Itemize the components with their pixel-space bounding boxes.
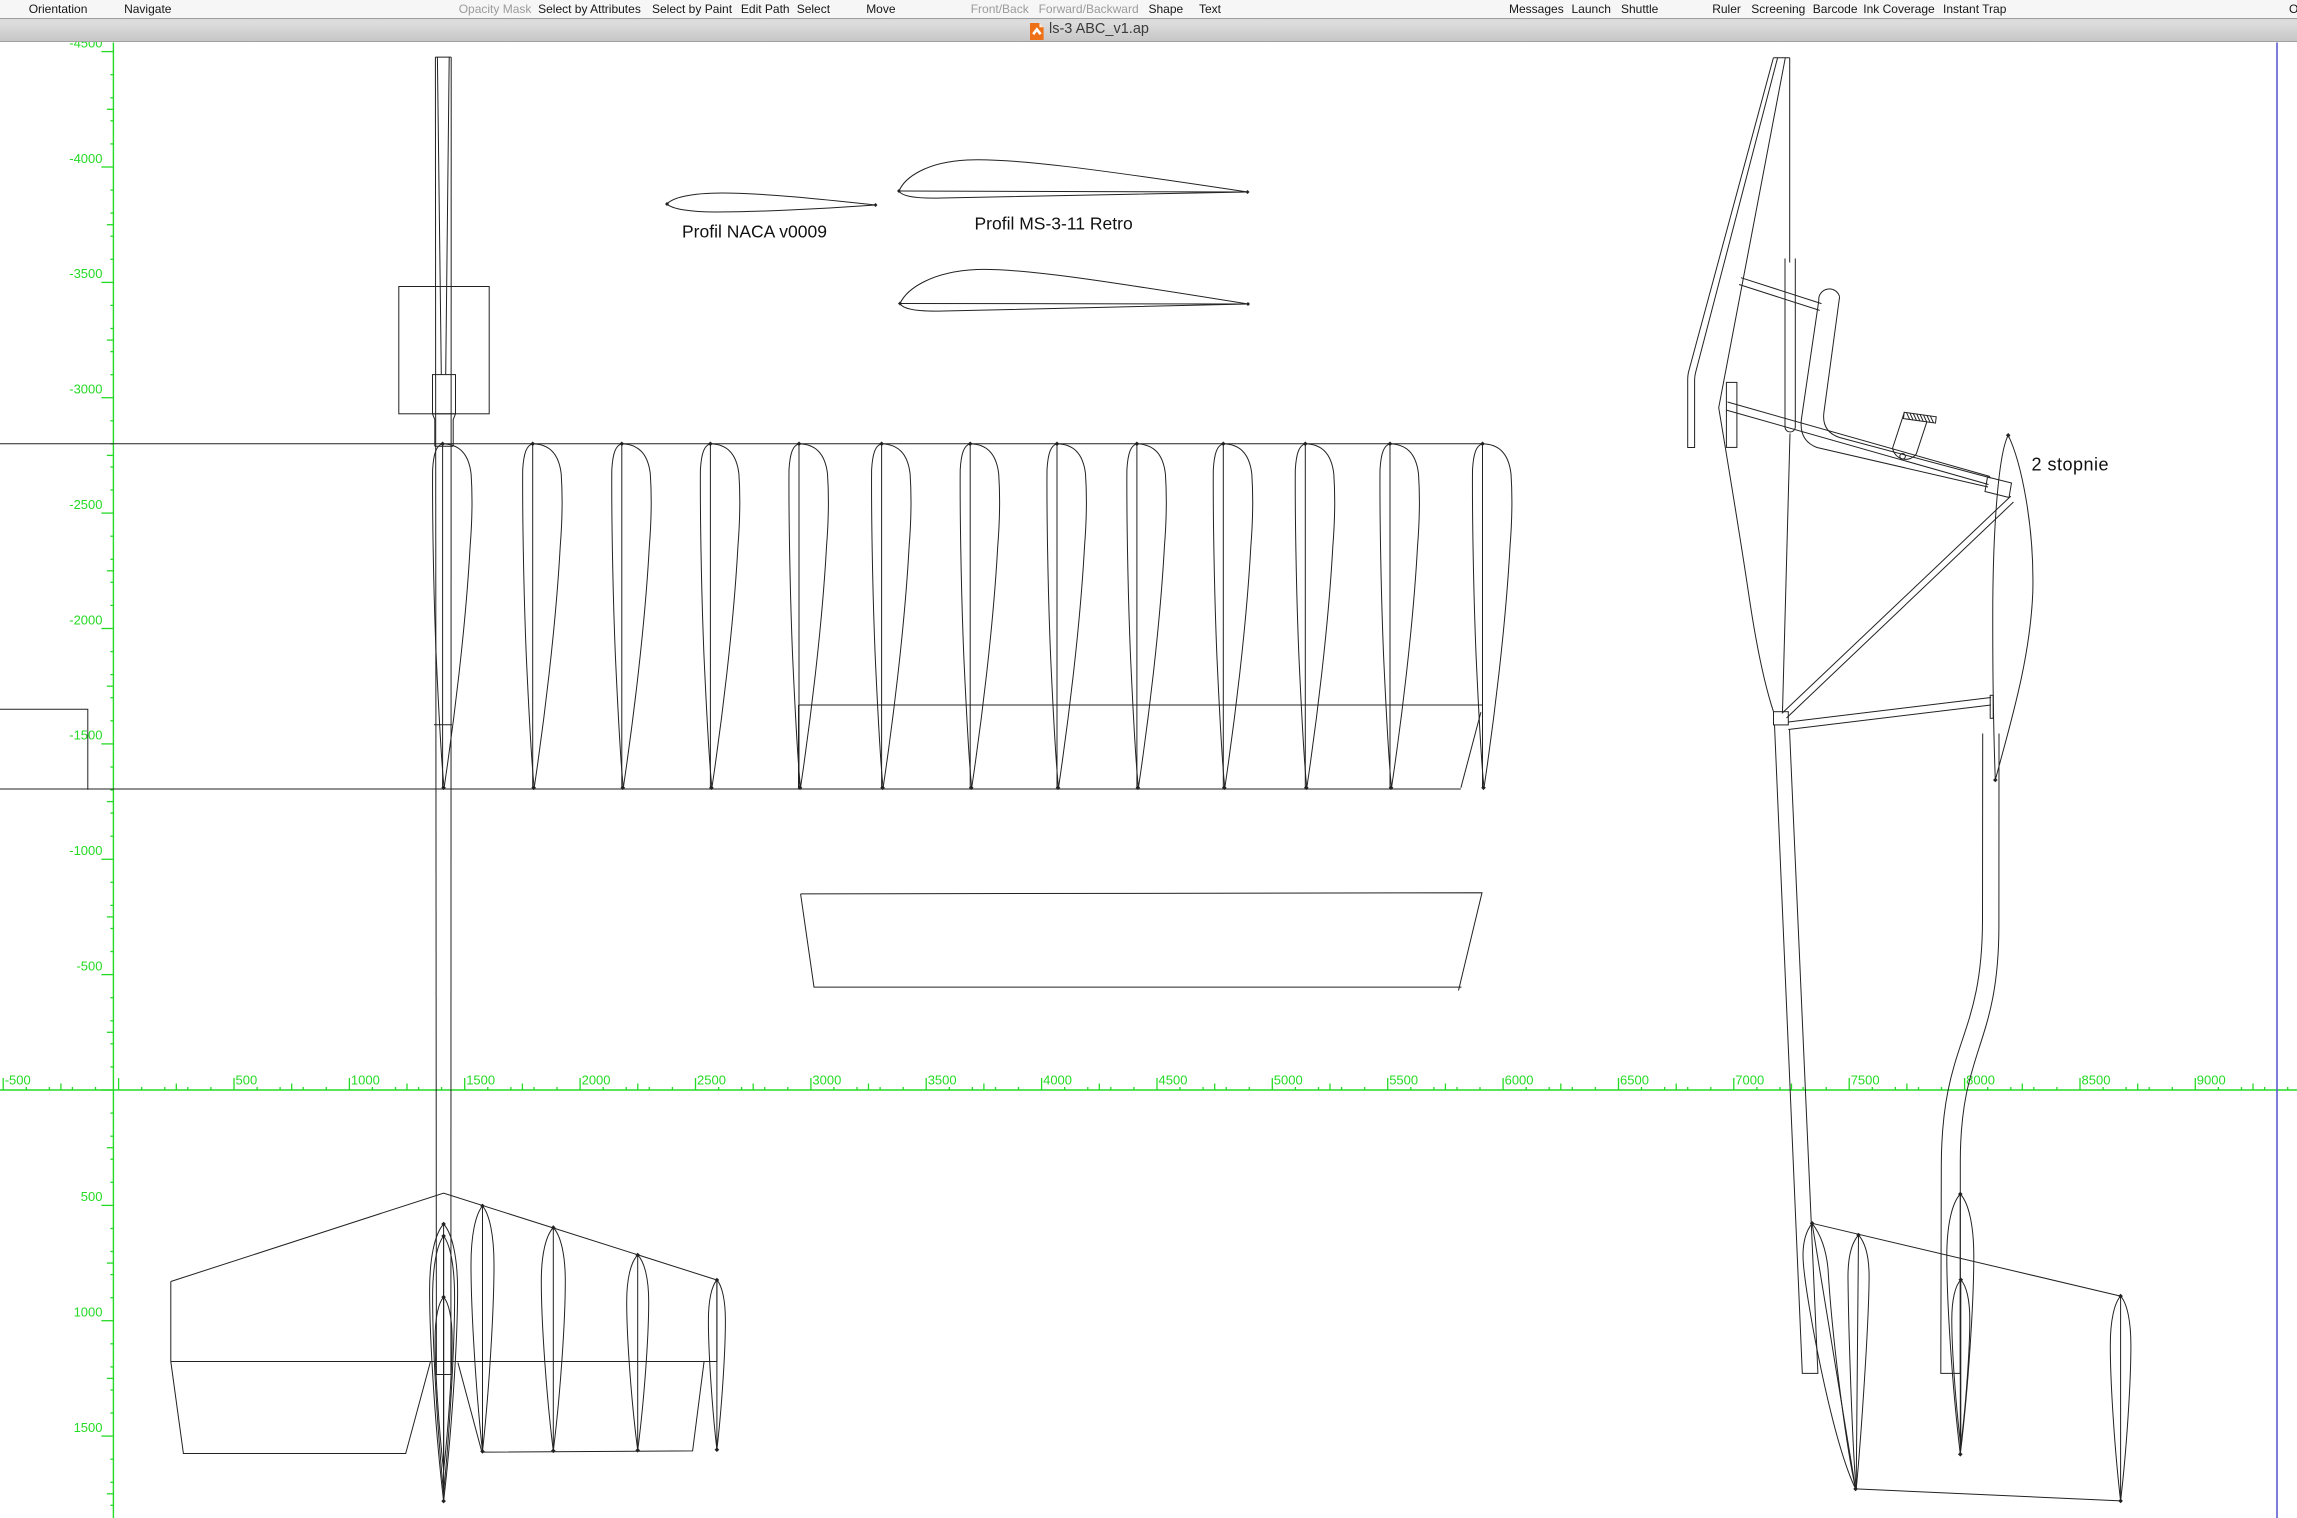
svg-text:-4500: -4500 bbox=[69, 42, 102, 50]
svg-text:2000: 2000 bbox=[582, 1072, 611, 1087]
svg-text:-2000: -2000 bbox=[69, 612, 102, 627]
svg-text:1500: 1500 bbox=[466, 1072, 495, 1087]
svg-text:4500: 4500 bbox=[1159, 1072, 1188, 1087]
svg-text:6500: 6500 bbox=[1620, 1072, 1649, 1087]
svg-text:3000: 3000 bbox=[812, 1072, 841, 1087]
svg-text:-500: -500 bbox=[5, 1072, 31, 1087]
svg-text:6000: 6000 bbox=[1505, 1072, 1534, 1087]
svg-text:5000: 5000 bbox=[1274, 1072, 1303, 1087]
svg-text:-1000: -1000 bbox=[69, 843, 102, 858]
svg-text:3500: 3500 bbox=[928, 1072, 957, 1087]
svg-text:1000: 1000 bbox=[351, 1072, 380, 1087]
svg-text:-3000: -3000 bbox=[69, 381, 102, 396]
svg-text:7500: 7500 bbox=[1851, 1072, 1880, 1087]
svg-text:-3500: -3500 bbox=[69, 266, 102, 281]
svg-text:500: 500 bbox=[81, 1189, 103, 1204]
svg-text:1000: 1000 bbox=[74, 1304, 103, 1319]
svg-text:Profil NACA v0009: Profil NACA v0009 bbox=[682, 221, 827, 241]
svg-text:-4000: -4000 bbox=[69, 150, 102, 165]
svg-text:1500: 1500 bbox=[74, 1419, 103, 1434]
svg-text:5500: 5500 bbox=[1389, 1072, 1418, 1087]
svg-text:4000: 4000 bbox=[1043, 1072, 1072, 1087]
svg-text:2 stopnie: 2 stopnie bbox=[2032, 454, 2110, 474]
svg-text:7000: 7000 bbox=[1735, 1072, 1764, 1087]
svg-text:-1500: -1500 bbox=[69, 727, 102, 742]
svg-text:2500: 2500 bbox=[697, 1072, 726, 1087]
svg-text:8000: 8000 bbox=[1966, 1072, 1995, 1087]
svg-text:-2500: -2500 bbox=[69, 496, 102, 511]
svg-text:8500: 8500 bbox=[2082, 1072, 2111, 1087]
svg-text:Profil MS-3-11 Retro: Profil MS-3-11 Retro bbox=[975, 213, 1133, 233]
svg-text:-500: -500 bbox=[76, 958, 102, 973]
svg-text:500: 500 bbox=[236, 1072, 258, 1087]
svg-text:9000: 9000 bbox=[2197, 1072, 2226, 1087]
